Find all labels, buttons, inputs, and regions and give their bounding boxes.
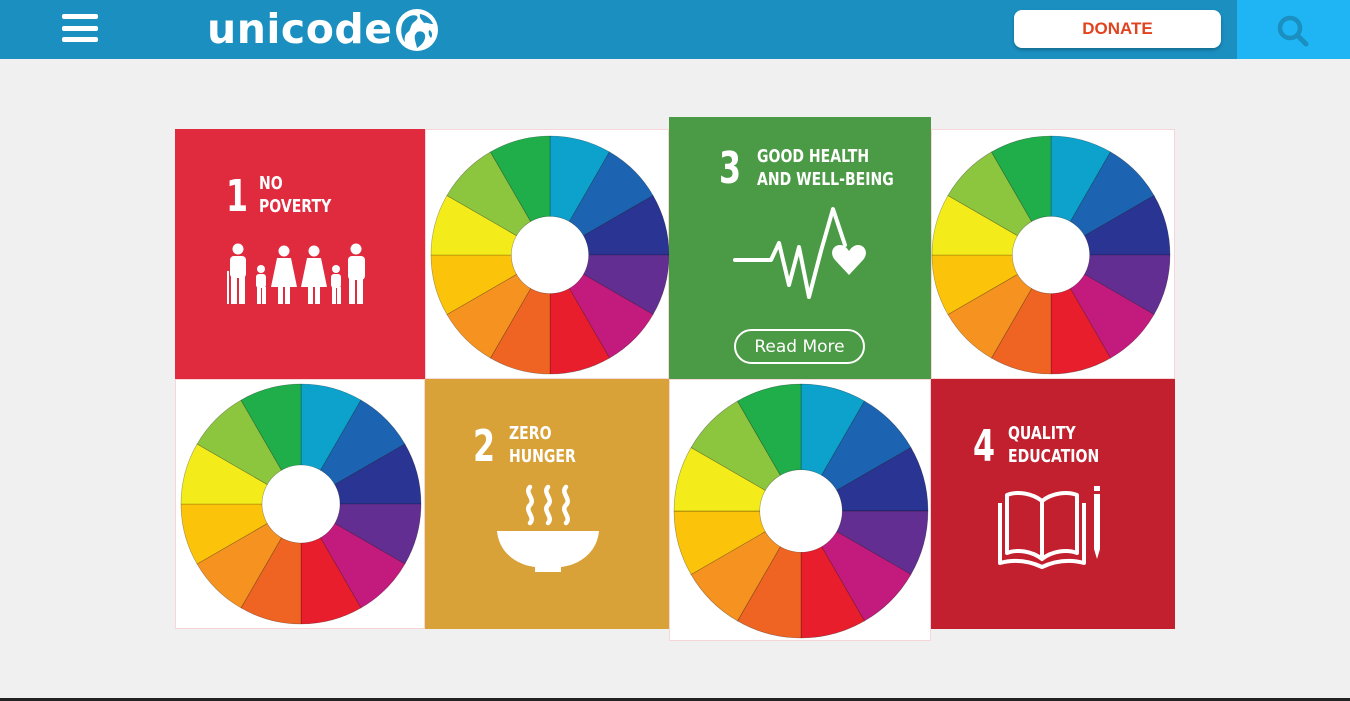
top-bar: unicode DONATE: [0, 0, 1350, 59]
goal-4-tile[interactable]: 4 QUALITY EDUCATION: [931, 379, 1175, 629]
color-wheel-tile: [425, 129, 670, 379]
color-wheel-tile: [669, 379, 931, 641]
donate-button[interactable]: DONATE: [1014, 10, 1221, 48]
color-wheel-tile: [931, 129, 1175, 379]
goal-1-tile[interactable]: 1 NO POVERTY: [175, 129, 425, 379]
color-wheel: [430, 135, 670, 375]
heartbeat-icon: [733, 207, 866, 299]
goal-number: 3: [719, 143, 742, 194]
color-wheel: [180, 383, 422, 625]
color-wheel: [931, 135, 1171, 375]
color-wheel: [673, 383, 929, 639]
search-icon: [1277, 15, 1309, 47]
goal-title: ZERO HUNGER: [509, 423, 576, 467]
goal-2-tile[interactable]: 2 ZERO HUNGER: [425, 379, 669, 629]
wheel-center: [759, 469, 843, 553]
logo-text: unicode: [207, 4, 393, 53]
logo[interactable]: unicode: [207, 4, 439, 54]
bowl-icon: [497, 484, 599, 572]
goal-title: GOOD HEALTH AND WELL-BEING: [757, 146, 894, 190]
goal-number: 4: [973, 421, 996, 472]
hamburger-menu-icon[interactable]: [62, 14, 98, 44]
read-more-button[interactable]: Read More: [734, 329, 865, 364]
goal-3-tile[interactable]: 3 GOOD HEALTH AND WELL-BEING Read More: [669, 117, 931, 379]
wheel-center: [261, 464, 341, 544]
goal-number: 1: [226, 171, 249, 222]
color-wheel-tile: [175, 379, 425, 629]
goal-number: 2: [473, 421, 496, 472]
family-icon: [227, 243, 365, 304]
goal-title: NO POVERTY: [259, 173, 332, 217]
globe-icon: [395, 9, 438, 51]
search-button[interactable]: [1237, 0, 1350, 59]
wheel-center: [1012, 216, 1090, 294]
goal-title: QUALITY EDUCATION: [1008, 423, 1100, 467]
wheel-center: [511, 216, 589, 294]
book-pencil-icon: [998, 486, 1101, 569]
